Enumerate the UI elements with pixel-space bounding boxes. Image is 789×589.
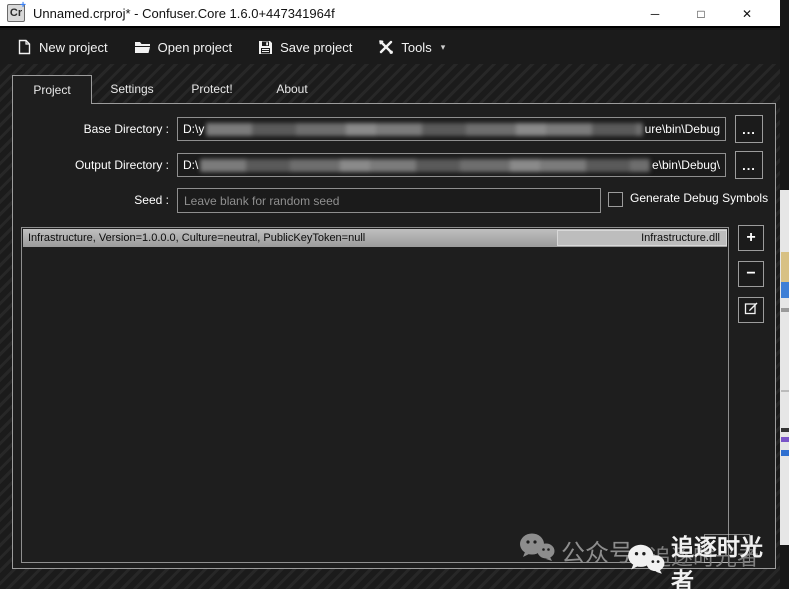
output-directory-input[interactable]: D:\ e\bin\Debug\ [177,153,726,177]
app-logo-plus: + [20,0,26,11]
tab-strip: Project Settings Protect! About [12,75,332,104]
watermark-frame [704,534,750,563]
module-list-row[interactable]: Infrastructure, Version=1.0.0.0, Culture… [23,229,727,247]
maximize-button[interactable]: □ [678,0,724,28]
base-directory-label: Base Directory : [13,122,169,136]
save-project-label: Save project [280,40,352,55]
open-project-label: Open project [158,40,232,55]
toolbar: New project Open project Save project To… [0,30,780,64]
tools-label: Tools [401,40,431,55]
background-app-surface [780,190,789,545]
base-directory-redacted-blur [206,123,642,136]
confuser-window: Cr + Unnamed.crproj* - Confuser.Core 1.6… [0,0,789,589]
tools-icon [378,39,394,55]
new-project-button[interactable]: New project [8,34,117,60]
edit-module-button[interactable] [738,297,764,323]
background-app-fragment [781,437,789,442]
base-directory-prefix: D:\y [183,122,204,136]
new-project-icon [17,39,32,55]
save-project-button[interactable]: Save project [249,35,361,60]
open-project-button[interactable]: Open project [125,35,241,60]
close-button[interactable]: ✕ [724,0,770,28]
background-app-fragment [781,282,789,298]
project-tab-panel: Base Directory : D:\y ure\bin\Debug ... … [12,103,776,569]
output-directory-suffix: e\bin\Debug\ [652,158,720,172]
seed-label: Seed : [13,193,169,207]
background-app-fragment [781,428,789,432]
generate-debug-symbols-label: Generate Debug Symbols [630,191,768,205]
title-bar: Cr + Unnamed.crproj* - Confuser.Core 1.6… [0,0,784,28]
minimize-button[interactable]: ─ [632,0,678,28]
base-directory-browse-button[interactable]: ... [735,115,763,143]
tab-settings[interactable]: Settings [92,75,172,103]
output-directory-label: Output Directory : [13,158,169,172]
background-app-fragment [781,308,789,312]
module-assembly-name: Infrastructure, Version=1.0.0.0, Culture… [28,232,557,244]
output-directory-prefix: D:\ [183,158,198,172]
background-app-sliver [780,0,789,589]
open-project-icon [134,40,151,54]
output-directory-browse-button[interactable]: ... [735,151,763,179]
edit-pencil-icon [744,300,759,320]
window-title: Unnamed.crproj* - Confuser.Core 1.6.0+44… [33,6,335,21]
output-directory-redacted-blur [200,159,650,172]
background-app-fragment [781,450,789,456]
new-project-label: New project [39,40,108,55]
add-module-button[interactable]: + [738,225,764,251]
module-file-name: Infrastructure.dll [557,230,727,246]
base-directory-suffix: ure\bin\Debug [645,122,720,136]
window-controls: ─ □ ✕ [632,0,770,28]
seed-input[interactable] [177,188,601,213]
module-list[interactable]: Infrastructure, Version=1.0.0.0, Culture… [21,227,729,563]
background-app-fragment [781,252,789,282]
background-app-fragment [781,390,789,392]
remove-module-button[interactable]: − [738,261,764,287]
main-area: Project Settings Protect! About Base Dir… [0,64,780,589]
app-logo-icon: Cr + [7,4,25,22]
tools-menu-button[interactable]: Tools ▾ [369,34,454,60]
tools-dropdown-arrow: ▾ [441,42,446,53]
tab-protect[interactable]: Protect! [172,75,252,103]
tab-about[interactable]: About [252,75,332,103]
tab-project[interactable]: Project [12,75,92,104]
base-directory-input[interactable]: D:\y ure\bin\Debug [177,117,726,141]
save-project-icon [258,40,273,55]
generate-debug-symbols-checkbox[interactable] [608,192,623,207]
